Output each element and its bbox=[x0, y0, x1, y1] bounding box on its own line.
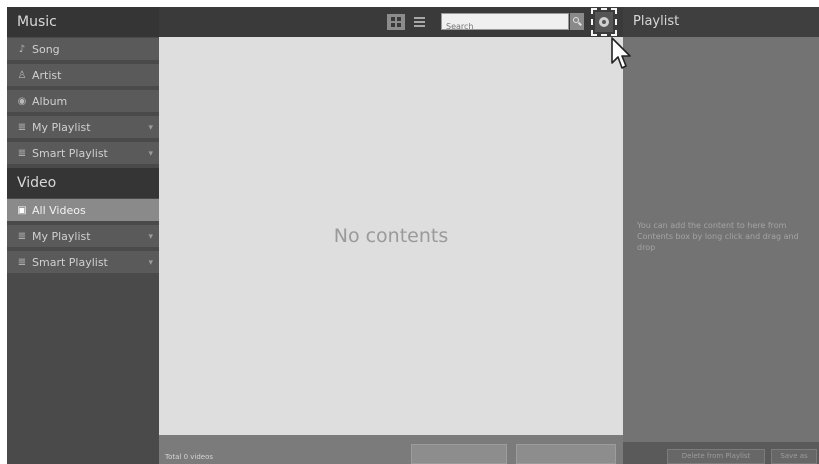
content-area: No contents bbox=[159, 37, 623, 435]
sidebar-item-my-playlist[interactable]: ≣ My Playlist ▾ bbox=[7, 116, 159, 140]
content-footer: Total 0 videos bbox=[159, 435, 623, 464]
search-box bbox=[441, 13, 569, 34]
grid-view-button[interactable] bbox=[387, 14, 405, 30]
smart-playlist-icon: ≣ bbox=[17, 257, 27, 268]
playlist-panel: Playlist You can add the content to here… bbox=[623, 7, 819, 464]
mouse-cursor-icon bbox=[611, 37, 631, 69]
music-section-header: Music bbox=[7, 7, 159, 37]
sidebar-item-label: My Playlist bbox=[32, 121, 91, 134]
search-button[interactable] bbox=[570, 13, 584, 30]
sidebar-item-label: Artist bbox=[32, 69, 62, 82]
disc-icon: ◉ bbox=[17, 96, 27, 107]
chevron-down-icon[interactable]: ▾ bbox=[148, 225, 153, 249]
total-count: Total 0 videos bbox=[165, 453, 214, 461]
sidebar-item-song[interactable]: ♪ Song bbox=[7, 38, 159, 62]
chevron-down-icon[interactable]: ▾ bbox=[148, 251, 153, 275]
settings-highlight-box bbox=[591, 8, 617, 36]
playlist-icon: ≣ bbox=[17, 231, 27, 242]
sidebar-item-video-smart-playlist[interactable]: ≣ Smart Playlist ▾ bbox=[7, 251, 159, 275]
chevron-down-icon[interactable]: ▾ bbox=[148, 142, 153, 166]
save-as-button[interactable]: Save as bbox=[771, 449, 817, 464]
sidebar-item-label: Smart Playlist bbox=[32, 147, 108, 160]
person-icon: ♙ bbox=[17, 70, 27, 81]
playlist-title: Playlist bbox=[623, 7, 819, 37]
video-section-header: Video bbox=[7, 168, 159, 198]
footer-button-1[interactable] bbox=[411, 444, 507, 464]
sidebar-item-video-my-playlist[interactable]: ≣ My Playlist ▾ bbox=[7, 225, 159, 249]
grid-icon bbox=[391, 17, 395, 21]
smart-playlist-icon: ≣ bbox=[17, 148, 27, 159]
music-note-icon: ♪ bbox=[18, 44, 26, 55]
playlist-icon: ≣ bbox=[17, 122, 27, 133]
sidebar-item-label: All Videos bbox=[32, 204, 86, 217]
sidebar-item-label: Album bbox=[32, 95, 68, 108]
sidebar-item-smart-playlist[interactable]: ≣ Smart Playlist ▾ bbox=[7, 142, 159, 166]
list-icon bbox=[414, 17, 425, 19]
empty-state-text: No contents bbox=[333, 225, 449, 247]
sidebar-item-all-videos[interactable]: ▣ All Videos bbox=[7, 199, 159, 223]
search-input[interactable] bbox=[442, 19, 568, 34]
sidebar: Music ♪ Song ♙ Artist ◉ Album ≣ My Playl… bbox=[7, 7, 159, 464]
playlist-hint: You can add the content to here from Con… bbox=[637, 221, 799, 252]
list-view-button[interactable] bbox=[411, 14, 429, 30]
footer-button-2[interactable] bbox=[516, 444, 616, 464]
sidebar-item-label: My Playlist bbox=[32, 230, 91, 243]
toolbar bbox=[159, 7, 623, 37]
sidebar-item-album[interactable]: ◉ Album bbox=[7, 90, 159, 114]
sidebar-item-artist[interactable]: ♙ Artist bbox=[7, 64, 159, 88]
app-window: Music ♪ Song ♙ Artist ◉ Album ≣ My Playl… bbox=[7, 7, 819, 464]
chevron-down-icon[interactable]: ▾ bbox=[148, 116, 153, 140]
playlist-footer: Delete from Playlist Save as bbox=[623, 442, 819, 464]
sidebar-item-label: Song bbox=[32, 43, 60, 56]
delete-from-playlist-button[interactable]: Delete from Playlist bbox=[667, 449, 765, 464]
film-icon: ▣ bbox=[17, 205, 27, 216]
sidebar-item-label: Smart Playlist bbox=[32, 256, 108, 269]
